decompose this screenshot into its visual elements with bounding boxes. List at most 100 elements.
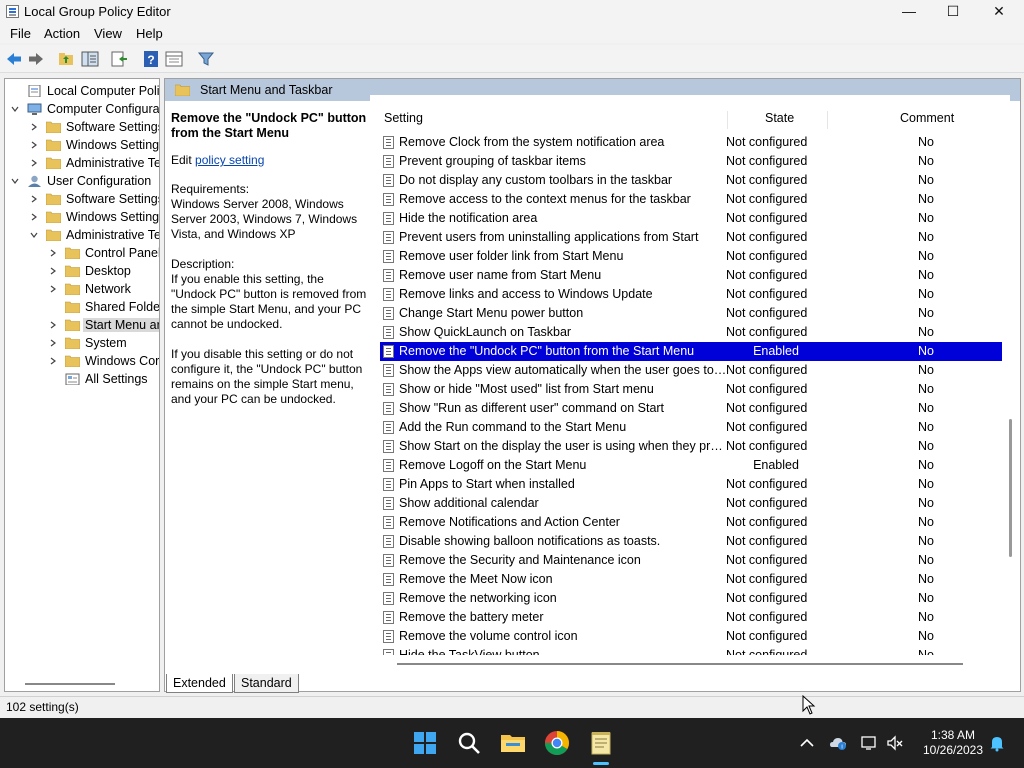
properties-icon[interactable] — [165, 50, 183, 68]
setting-state: Not configured — [726, 154, 808, 168]
edit-policy-setting-link[interactable]: policy setting — [195, 153, 264, 167]
setting-name: Remove the Meet Now icon — [399, 572, 553, 586]
chevron-down-icon[interactable] — [30, 231, 38, 239]
folder-up-icon[interactable] — [57, 50, 75, 68]
windows-start-icon[interactable] — [412, 730, 438, 756]
table-row[interactable]: Change Start Menu power button Not config… — [380, 304, 1002, 323]
description-label: Description: — [171, 257, 235, 271]
notepad-script-icon[interactable] — [588, 730, 614, 756]
help-icon[interactable]: ? — [142, 50, 160, 68]
table-row[interactable]: Remove links and access to Windows Updat… — [380, 285, 1002, 304]
settings-list[interactable]: Setting State Comment Remove Clock from … — [370, 95, 1010, 655]
policy-setting-icon — [383, 630, 394, 643]
setting-name: Show or hide "Most used" list from Start… — [399, 382, 654, 396]
network-display-icon[interactable] — [860, 734, 878, 752]
chevron-right-icon[interactable] — [49, 321, 57, 329]
maximize-button[interactable]: ☐ — [930, 0, 976, 23]
column-separator[interactable] — [827, 111, 828, 129]
column-header-setting[interactable]: Setting — [384, 111, 423, 125]
policy-setting-icon — [383, 174, 394, 187]
table-row[interactable]: Remove the Security and Maintenance icon… — [380, 551, 1002, 570]
file-explorer-icon[interactable] — [500, 730, 526, 756]
minimize-button[interactable]: — — [886, 0, 932, 23]
onedrive-icon[interactable]: i — [829, 734, 847, 752]
table-row[interactable]: Remove Clock from the system notificatio… — [380, 133, 1002, 152]
table-row[interactable]: Show the Apps view automatically when th… — [380, 361, 1002, 380]
table-row[interactable]: Hide the notification area Not configured… — [380, 209, 1002, 228]
menu-help[interactable]: Help — [136, 26, 163, 41]
notification-bell-icon[interactable] — [988, 734, 1006, 752]
chevron-right-icon[interactable] — [49, 267, 57, 275]
volume-muted-icon[interactable] — [886, 734, 904, 752]
folder-header-title: Start Menu and Taskbar — [200, 83, 333, 97]
policy-setting-icon — [383, 535, 394, 548]
setting-state: Not configured — [726, 135, 808, 149]
chevron-right-icon[interactable] — [49, 357, 57, 365]
chevron-up-icon[interactable] — [798, 734, 816, 752]
setting-state: Not configured — [726, 192, 808, 206]
tab-extended[interactable]: Extended — [166, 674, 233, 693]
table-row[interactable]: Show Start on the display the user is us… — [380, 437, 1002, 456]
title-bar: Local Group Policy Editor — ☐ ✕ — [0, 0, 1024, 23]
setting-state: Not configured — [726, 287, 808, 301]
tree-item-label: Control Panel — [85, 246, 160, 260]
menu-view[interactable]: View — [94, 26, 122, 41]
table-row[interactable]: Prevent grouping of taskbar items Not con… — [380, 152, 1002, 171]
chevron-right-icon[interactable] — [30, 213, 38, 221]
chevron-right-icon[interactable] — [30, 159, 38, 167]
filter-icon[interactable] — [197, 50, 215, 68]
table-row[interactable]: Remove Notifications and Action Center No… — [380, 513, 1002, 532]
chevron-right-icon[interactable] — [30, 141, 38, 149]
table-row[interactable]: Disable showing balloon notifications as… — [380, 532, 1002, 551]
menu-file[interactable]: File — [10, 26, 31, 41]
table-row[interactable]: Remove user folder link from Start Menu N… — [380, 247, 1002, 266]
chevron-right-icon[interactable] — [49, 249, 57, 257]
table-row[interactable]: Remove Logoff on the Start Menu Enabled No — [380, 456, 1002, 475]
column-separator[interactable] — [727, 111, 728, 129]
table-row[interactable]: Add the Run command to the Start Menu Not… — [380, 418, 1002, 437]
chevron-down-icon[interactable] — [11, 177, 19, 185]
export-list-icon[interactable] — [110, 50, 128, 68]
chevron-down-icon[interactable] — [11, 105, 19, 113]
chevron-right-icon[interactable] — [30, 123, 38, 131]
table-row[interactable]: Remove the networking icon Not configured… — [380, 589, 1002, 608]
tab-standard[interactable]: Standard — [234, 674, 299, 693]
table-row[interactable]: Show "Run as different user" command on … — [380, 399, 1002, 418]
setting-state: Enabled — [753, 458, 799, 472]
table-row[interactable]: Remove the battery meter Not configured No — [380, 608, 1002, 627]
chevron-right-icon[interactable] — [49, 285, 57, 293]
table-row[interactable]: Remove the volume control icon Not config… — [380, 627, 1002, 646]
close-button[interactable]: ✕ — [976, 0, 1022, 23]
setting-comment: No — [918, 382, 934, 396]
table-row[interactable]: Remove the Meet Now icon Not configured No — [380, 570, 1002, 589]
back-arrow-icon[interactable] — [5, 50, 23, 68]
table-row[interactable]: Prevent users from uninstalling applicat… — [380, 228, 1002, 247]
table-row[interactable]: Show or hide "Most used" list from Start… — [380, 380, 1002, 399]
navigation-tree[interactable]: Local Computer Policy Computer Configura S… — [4, 78, 160, 692]
status-bar: 102 setting(s) — [0, 696, 1024, 716]
show-hide-tree-icon[interactable] — [81, 50, 99, 68]
table-row[interactable]: Show additional calendar Not configured No — [380, 494, 1002, 513]
chrome-icon[interactable] — [544, 730, 570, 756]
table-row[interactable]: Show QuickLaunch on Taskbar Not configure… — [380, 323, 1002, 342]
setting-state: Not configured — [726, 420, 808, 434]
list-vertical-scrollbar[interactable] — [1009, 419, 1012, 557]
table-row[interactable]: Pin Apps to Start when installed Not conf… — [380, 475, 1002, 494]
policy-setting-icon — [383, 250, 394, 263]
tree-item-label: Software Settings — [66, 120, 160, 134]
table-row[interactable]: Do not display any custom toolbars in th… — [380, 171, 1002, 190]
forward-arrow-icon[interactable] — [27, 50, 45, 68]
tree-horizontal-scrollbar[interactable] — [25, 683, 115, 685]
search-icon[interactable] — [456, 730, 482, 756]
table-row[interactable]: Remove access to the context menus for t… — [380, 190, 1002, 209]
chevron-right-icon[interactable] — [30, 195, 38, 203]
system-clock[interactable]: 1:38 AM 10/26/2023 — [912, 728, 994, 758]
table-row[interactable]: Remove user name from Start Menu Not conf… — [380, 266, 1002, 285]
chevron-right-icon[interactable] — [49, 339, 57, 347]
table-row[interactable]: Remove the "Undock PC" button from the S… — [380, 342, 1002, 361]
column-header-comment[interactable]: Comment — [900, 111, 954, 125]
table-row[interactable]: Hide the TaskView button Not configured No — [380, 646, 1002, 655]
menu-action[interactable]: Action — [44, 26, 80, 41]
column-header-state[interactable]: State — [765, 111, 794, 125]
list-horizontal-scrollbar[interactable] — [397, 663, 963, 665]
